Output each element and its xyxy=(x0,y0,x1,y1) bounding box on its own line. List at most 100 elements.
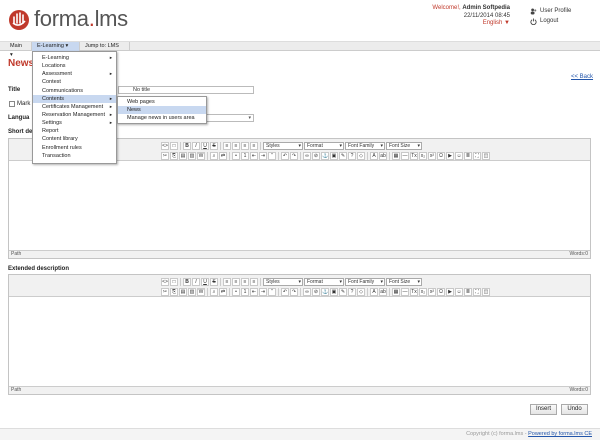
menu-item-assessment[interactable]: Assessment ► xyxy=(33,70,116,78)
align-left-icon[interactable]: ≡ xyxy=(223,277,231,286)
fullscreen-icon[interactable]: ⛶ xyxy=(473,151,481,160)
paste-word-icon[interactable]: W xyxy=(197,151,205,160)
align-center-icon[interactable]: ≡ xyxy=(232,277,240,286)
font-size-select[interactable]: Font Size xyxy=(386,141,422,150)
text-color-icon[interactable]: A xyxy=(370,287,378,296)
styles-select[interactable]: Styles xyxy=(263,141,303,150)
blockquote-icon[interactable]: “ xyxy=(268,151,276,160)
menu-item-reservation-management[interactable]: Reservation Management ► xyxy=(33,111,116,119)
underline-icon[interactable]: U xyxy=(201,141,209,150)
cleanup-icon[interactable]: ✎ xyxy=(339,287,347,296)
undo-icon[interactable]: ↶ xyxy=(281,151,289,160)
image-icon[interactable]: ▣ xyxy=(330,151,338,160)
align-right-icon[interactable]: ≡ xyxy=(241,141,249,150)
title-input[interactable]: No title xyxy=(118,86,254,94)
special-char-icon[interactable]: Ω xyxy=(437,287,445,296)
menu-item-content-library[interactable]: Content library xyxy=(33,135,116,143)
logout-link[interactable]: Logout xyxy=(530,16,571,26)
table-icon[interactable]: ▦ xyxy=(392,287,400,296)
editor-content-area[interactable] xyxy=(9,161,590,250)
source-icon[interactable]: <> xyxy=(161,277,169,286)
align-center-icon[interactable]: ≡ xyxy=(232,141,240,150)
code-icon[interactable]: ◇ xyxy=(357,287,365,296)
menu-item-contents[interactable]: Contents ► xyxy=(33,94,116,103)
menu-item-transaction[interactable]: Transaction xyxy=(33,152,116,160)
user-profile-link[interactable]: User Profile xyxy=(530,6,571,16)
copy-icon[interactable]: ⎘ xyxy=(170,287,178,296)
align-justify-icon[interactable]: ≡ xyxy=(250,141,258,150)
preview-icon[interactable]: ◫ xyxy=(482,151,490,160)
menu-item-certificates-management[interactable]: Certificates Management ► xyxy=(33,103,116,111)
outdent-icon[interactable]: ⇤ xyxy=(250,151,258,160)
align-justify-icon[interactable]: ≡ xyxy=(250,277,258,286)
subscript-icon[interactable]: x₂ xyxy=(419,287,427,296)
paste-icon[interactable]: ▤ xyxy=(179,287,187,296)
help-icon[interactable]: ? xyxy=(348,287,356,296)
cut-icon[interactable]: ✂ xyxy=(161,287,169,296)
horizontal-rule-icon[interactable]: — xyxy=(401,287,409,296)
format-select[interactable]: Format xyxy=(304,277,344,286)
blockquote-icon[interactable]: “ xyxy=(268,287,276,296)
new-document-icon[interactable]: □ xyxy=(170,141,178,150)
numbered-list-icon[interactable]: 1 xyxy=(241,287,249,296)
cut-icon[interactable]: ✂ xyxy=(161,151,169,160)
media-icon[interactable]: ▶ xyxy=(446,151,454,160)
link-icon[interactable]: ∞ xyxy=(303,151,311,160)
menu-item-locations[interactable]: Locations xyxy=(33,62,116,70)
source-icon[interactable]: <> xyxy=(161,141,169,150)
undo-icon[interactable]: ↶ xyxy=(281,287,289,296)
menu-item-contest[interactable]: Contest xyxy=(33,78,116,86)
insert-button[interactable]: Insert xyxy=(530,404,557,415)
background-color-icon[interactable]: ab xyxy=(379,151,387,160)
underline-icon[interactable]: U xyxy=(201,277,209,286)
table-icon[interactable]: ▦ xyxy=(392,151,400,160)
bullet-list-icon[interactable]: • xyxy=(232,287,240,296)
link-icon[interactable]: ∞ xyxy=(303,287,311,296)
nav-elearning[interactable]: E-Learning ▾ xyxy=(32,42,80,51)
remove-format-icon[interactable]: Tx xyxy=(410,151,418,160)
paste-text-icon[interactable]: ▥ xyxy=(188,287,196,296)
paste-word-icon[interactable]: W xyxy=(197,287,205,296)
italic-icon[interactable]: I xyxy=(192,141,200,150)
special-char-icon[interactable]: Ω xyxy=(437,151,445,160)
font-size-select[interactable]: Font Size xyxy=(386,277,422,286)
redo-icon[interactable]: ↷ xyxy=(290,287,298,296)
indent-icon[interactable]: ⇥ xyxy=(259,287,267,296)
media-icon[interactable]: ▶ xyxy=(446,287,454,296)
numbered-list-icon[interactable]: 1 xyxy=(241,151,249,160)
image-icon[interactable]: ▣ xyxy=(330,287,338,296)
strikethrough-icon[interactable]: S xyxy=(210,277,218,286)
anchor-icon[interactable]: ⚓ xyxy=(321,287,329,296)
paste-text-icon[interactable]: ▥ xyxy=(188,151,196,160)
code-icon[interactable]: ◇ xyxy=(357,151,365,160)
editor-content-area[interactable] xyxy=(9,297,590,386)
submenu-item-web-pages[interactable]: Web pages xyxy=(118,98,206,106)
strikethrough-icon[interactable]: S xyxy=(210,141,218,150)
bold-icon[interactable]: B xyxy=(183,141,191,150)
find-icon[interactable]: ⌕ xyxy=(210,287,218,296)
undo-button[interactable]: Undo xyxy=(561,404,588,415)
preview-icon[interactable]: ◫ xyxy=(482,287,490,296)
superscript-icon[interactable]: x² xyxy=(428,151,436,160)
mark-checkbox[interactable] xyxy=(9,101,15,107)
find-icon[interactable]: ⌕ xyxy=(210,151,218,160)
cleanup-icon[interactable]: ✎ xyxy=(339,151,347,160)
menu-item-communications[interactable]: Communications xyxy=(33,87,116,95)
anchor-icon[interactable]: ⚓ xyxy=(321,151,329,160)
menu-item-settings[interactable]: Settings ► xyxy=(33,119,116,127)
outdent-icon[interactable]: ⇤ xyxy=(250,287,258,296)
submenu-item-manage-news[interactable]: Manage news in users area xyxy=(118,114,206,122)
paste-icon[interactable]: ▤ xyxy=(179,151,187,160)
align-left-icon[interactable]: ≡ xyxy=(223,141,231,150)
unlink-icon[interactable]: ⊘ xyxy=(312,287,320,296)
submenu-item-news[interactable]: News xyxy=(118,106,206,115)
align-right-icon[interactable]: ≡ xyxy=(241,277,249,286)
replace-icon[interactable]: ⇄ xyxy=(219,151,227,160)
menu-item-enrollment-rules[interactable]: Enrollment rules xyxy=(33,144,116,152)
unlink-icon[interactable]: ⊘ xyxy=(312,151,320,160)
replace-icon[interactable]: ⇄ xyxy=(219,287,227,296)
italic-icon[interactable]: I xyxy=(192,277,200,286)
menu-item-elearning[interactable]: E-Learning ► xyxy=(33,54,116,62)
emoticon-icon[interactable]: ☺ xyxy=(455,151,463,160)
superscript-icon[interactable]: x² xyxy=(428,287,436,296)
